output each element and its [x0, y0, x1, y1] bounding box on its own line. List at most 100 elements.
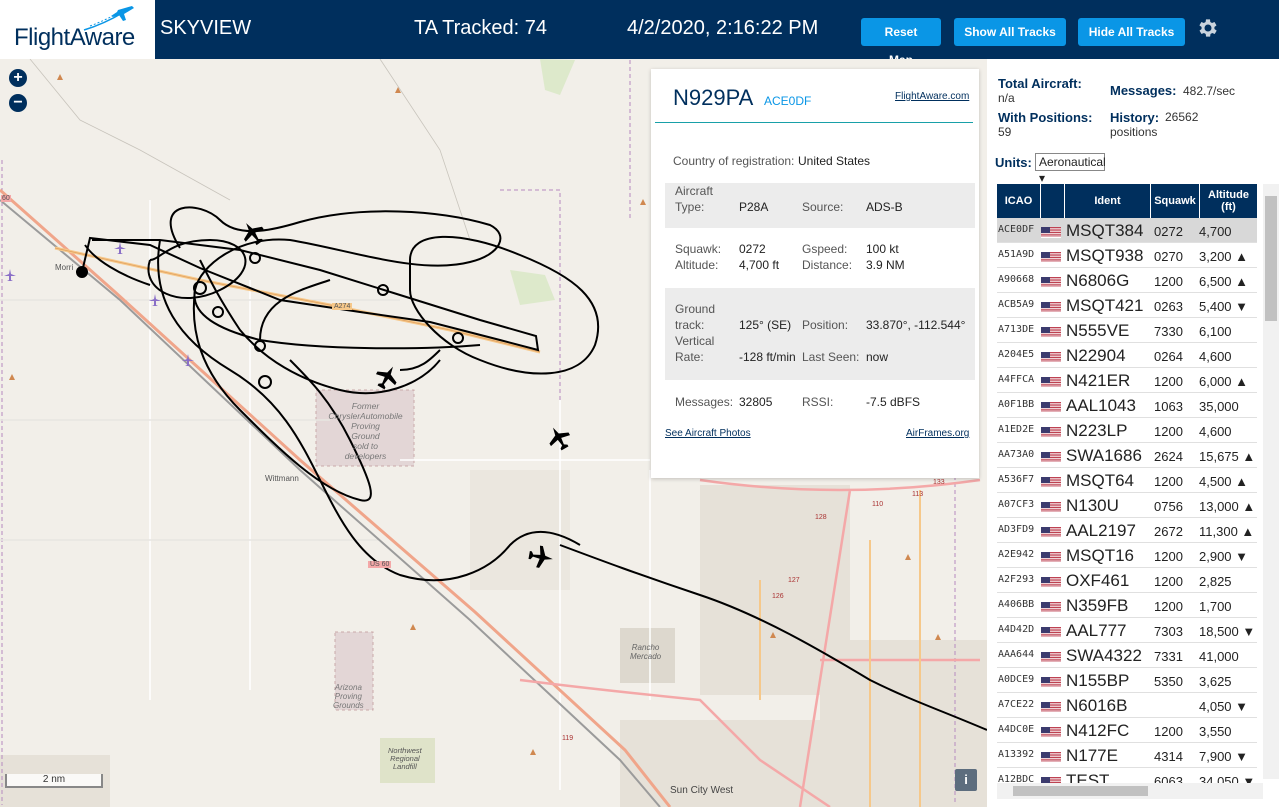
col-squawk[interactable]: Squawk [1151, 184, 1200, 218]
row-ident: MSQT421 [1066, 296, 1144, 315]
table-row[interactable]: A90668 N6806G 1200 6,500 ▲ [997, 268, 1257, 293]
table-row[interactable]: A4FFCA N421ER 1200 6,000 ▲ [997, 368, 1257, 393]
table-row[interactable]: A713DE N555VE 7330 6,100 [997, 318, 1257, 343]
aircraft-type-value: P28A [739, 200, 769, 214]
total-aircraft-value: n/a [998, 91, 1015, 105]
table-row[interactable]: AD3FD9 AAL2197 2672 11,300 ▲ [997, 518, 1257, 543]
us-flag-icon [1041, 225, 1061, 238]
row-altitude: 4,050 ▼ [1199, 699, 1249, 714]
source-value: ADS-B [866, 200, 903, 214]
us-flag-icon [1041, 600, 1061, 613]
zoom-out-button[interactable]: − [9, 94, 27, 112]
col-altitude[interactable]: Altitude (ft) [1200, 184, 1257, 218]
table-row[interactable]: AAA644 SWA4322 7331 41,000 [997, 643, 1257, 668]
ground-track-label: Ground track: [675, 302, 716, 332]
table-row[interactable]: A7CE22 N6016B 4,050 ▼ [997, 693, 1257, 718]
units-select[interactable]: Aeronautical ▾ [1035, 153, 1106, 185]
row-squawk: 7303 [1154, 624, 1183, 639]
col-icao[interactable]: ICAO [997, 184, 1041, 218]
row-icao: A4FFCA [998, 374, 1035, 385]
table-row[interactable]: AA73A0 SWA1686 2624 15,675 ▲ [997, 443, 1257, 468]
map-label-arizona: Arizona Proving Grounds [333, 683, 364, 710]
col-flag[interactable] [1041, 184, 1065, 218]
row-altitude: 7,900 ▼ [1199, 749, 1249, 764]
table-row[interactable]: A51A9D MSQT938 0270 3,200 ▲ [997, 243, 1257, 268]
us-flag-icon [1041, 275, 1061, 288]
row-squawk: 1063 [1154, 399, 1183, 414]
us-flag-icon [1041, 500, 1061, 513]
row-icao: AD3FD9 [998, 524, 1035, 535]
us-flag-icon [1041, 375, 1061, 388]
table-row[interactable]: A2E942 MSQT16 1200 2,900 ▼ [997, 543, 1257, 568]
reset-map-button[interactable]: Reset Map [861, 18, 941, 67]
table-row[interactable]: A0DCE9 N155BP 5350 3,625 [997, 668, 1257, 693]
messages-label: Messages: [675, 395, 734, 409]
total-aircraft-label: Total Aircraft: [998, 76, 1082, 91]
us-flag-icon [1041, 425, 1061, 438]
us-flag-icon [1041, 550, 1061, 563]
row-icao: AA73A0 [998, 449, 1035, 460]
table-row[interactable]: A0F1BB AAL1043 1063 35,000 [997, 393, 1257, 418]
airframes-link[interactable]: AirFrames.org [906, 428, 969, 439]
row-altitude: 4,600 [1199, 349, 1232, 364]
row-squawk: 0264 [1154, 349, 1183, 364]
flightaware-logo[interactable]: FlightAware [0, 0, 155, 59]
table-row[interactable]: A1ED2E N223LP 1200 4,600 [997, 418, 1257, 443]
road-shield-133: 133 [933, 479, 945, 486]
zoom-in-button[interactable]: + [9, 69, 27, 87]
units-label: Units: [995, 155, 1032, 170]
vertical-scrollbar[interactable] [1263, 184, 1279, 779]
gear-icon[interactable] [1196, 16, 1220, 40]
altitude-value: 4,700 ft [739, 258, 780, 272]
ground-track-value: 125° (SE) [739, 318, 792, 332]
aircraft-registration: N929PA [673, 85, 754, 110]
horizontal-scrollbar[interactable] [997, 783, 1263, 799]
row-altitude: 18,500 ▼ [1199, 624, 1256, 639]
map-label-sun-city: Sun City West [670, 785, 734, 796]
road-shield-127: 127 [788, 577, 800, 584]
country-value: United States [798, 154, 871, 168]
map-label-a274: A274 [332, 303, 353, 310]
table-row[interactable]: A07CF3 N130U 0756 13,000 ▲ [997, 493, 1257, 518]
aircraft-detail-popup: N929PA ACE0DF FlightAware.com Country of… [651, 69, 979, 478]
row-icao: A406BB [998, 599, 1035, 610]
horizontal-scroll-thumb[interactable] [1013, 786, 1148, 796]
table-row[interactable]: ACB5A9 MSQT421 0263 5,400 ▼ [997, 293, 1257, 318]
gspeed-label: Gspeed: [802, 242, 848, 256]
flightaware-link[interactable]: FlightAware.com [895, 91, 969, 102]
show-all-tracks-button[interactable]: Show All Tracks [954, 18, 1066, 46]
history-label: History: [1110, 110, 1160, 125]
vertical-scroll-thumb[interactable] [1265, 196, 1277, 321]
row-ident: N412FC [1066, 721, 1130, 740]
info-button[interactable]: i [955, 769, 977, 791]
last-seen-value: now [866, 350, 889, 364]
table-row[interactable]: A13392 N177E 4314 7,900 ▼ [997, 743, 1257, 768]
row-altitude: 13,000 ▲ [1199, 499, 1256, 514]
app-name: SKYVIEW [160, 17, 252, 39]
aircraft-photos-link[interactable]: See Aircraft Photos [665, 428, 751, 439]
row-ident: N359FB [1066, 596, 1129, 615]
col-ident[interactable]: Ident [1065, 184, 1151, 218]
table-row[interactable]: A4D42D AAL777 7303 18,500 ▼ [997, 618, 1257, 643]
source-label: Source: [802, 200, 844, 214]
row-squawk: 0270 [1154, 249, 1183, 264]
us-flag-icon [1041, 300, 1061, 313]
table-row[interactable]: A204E5 N22904 0264 4,600 [997, 343, 1257, 368]
aircraft-type-label: Aircraft Type: [675, 184, 714, 214]
table-row[interactable]: ACE0DF MSQT384 0272 4,700 [997, 218, 1257, 243]
messages-rate-label: Messages: [1110, 83, 1177, 98]
road-shield-60: 60 [1, 195, 11, 202]
row-icao: A7CE22 [998, 699, 1035, 710]
table-row[interactable]: A12BDC TEST 6063 34,050 ▼ [997, 768, 1257, 783]
map-scale: 2 nm [5, 774, 103, 788]
us-flag-icon [1041, 650, 1061, 663]
hide-all-tracks-button[interactable]: Hide All Tracks [1078, 18, 1185, 46]
table-row[interactable]: A406BB N359FB 1200 1,700 [997, 593, 1257, 618]
aircraft-table-header: ICAO Ident Squawk Altitude (ft) [997, 184, 1257, 218]
rssi-value: -7.5 dBFS [866, 395, 921, 409]
table-row[interactable]: A536F7 MSQT64 1200 4,500 ▲ [997, 468, 1257, 493]
table-row[interactable]: A4DC0E N412FC 1200 3,550 [997, 718, 1257, 743]
row-ident: MSQT384 [1066, 221, 1144, 240]
row-ident: N155BP [1066, 671, 1130, 690]
table-row[interactable]: A2F293 OXF461 1200 2,825 [997, 568, 1257, 593]
